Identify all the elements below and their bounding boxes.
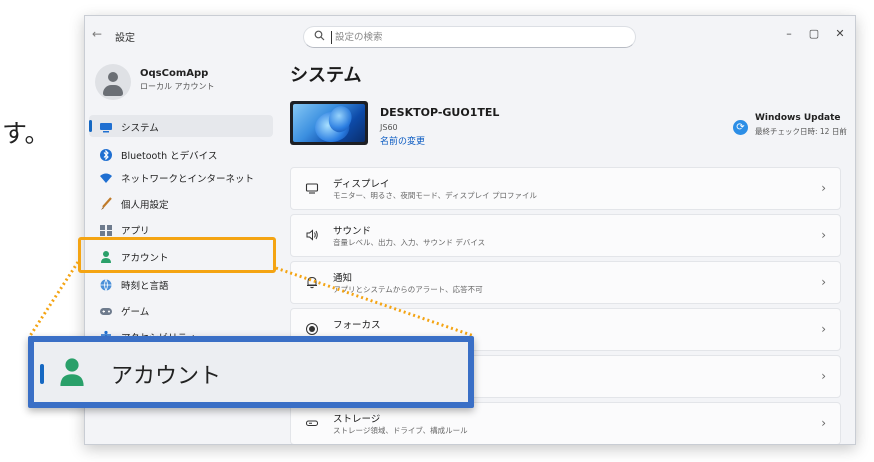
sidebar-item-label: 時刻と言語 — [121, 281, 169, 292]
back-arrow-icon[interactable]: ← — [92, 27, 102, 41]
device-name: DESKTOP-GUO1TEL — [380, 106, 500, 119]
rename-link[interactable]: 名前の変更 — [380, 134, 425, 147]
chevron-right-icon: › — [821, 228, 826, 242]
page-text-fragment: す。 — [2, 119, 50, 148]
profile-account-type: ローカル アカウント — [140, 82, 215, 91]
app-title: 設定 — [115, 33, 135, 44]
search-icon — [314, 30, 325, 44]
chevron-right-icon: › — [821, 416, 826, 430]
globe-icon — [99, 277, 113, 292]
windows-update-title[interactable]: Windows Update — [755, 113, 841, 123]
card-description: アプリとシステムからのアラート、応答不可 — [333, 285, 483, 294]
chevron-right-icon: › — [821, 322, 826, 336]
card-title: ディスプレイ — [333, 179, 390, 190]
storage-icon — [304, 416, 320, 432]
sidebar-item-label: ゲーム — [121, 307, 150, 318]
title-bar: ← 設定 – ▢ ✕ — [85, 16, 855, 56]
device-model: JS60 — [380, 123, 398, 132]
sidebar-item-time-language[interactable]: 時刻と言語 — [89, 273, 273, 295]
card-description: ストレージ領域、ドライブ、構成ルール — [333, 426, 468, 435]
sidebar-item-label: システム — [121, 123, 159, 134]
card-title: ストレージ — [333, 414, 381, 425]
bluetooth-icon — [99, 147, 113, 161]
person-icon — [58, 357, 86, 387]
chevron-right-icon: › — [821, 181, 826, 195]
sync-icon: ⟳ — [733, 120, 748, 135]
sidebar-item-label: 個人用設定 — [121, 200, 169, 211]
close-button[interactable]: ✕ — [829, 24, 851, 44]
tutorial-screenshot: す。 ← 設定 – ▢ ✕ OqsComApp ローカル アカウント — [0, 0, 874, 462]
zoom-callout: アカウント — [28, 336, 474, 408]
settings-card-notifications[interactable]: 通知 アプリとシステムからのアラート、応答不可 › — [290, 261, 841, 304]
device-thumbnail — [290, 101, 368, 145]
windows-update-status: 最終チェック日時: 12 日前 — [755, 127, 847, 136]
sidebar-item-personalization[interactable]: 個人用設定 — [89, 192, 273, 214]
maximize-button[interactable]: ▢ — [803, 24, 825, 44]
page-title: システム — [290, 65, 362, 86]
profile-name: OqsComApp — [140, 68, 209, 79]
sidebar-item-label: Bluetooth とデバイス — [121, 151, 218, 162]
text-caret — [331, 31, 332, 44]
display-icon — [304, 181, 320, 197]
chevron-right-icon: › — [821, 275, 826, 289]
speaker-icon — [304, 228, 320, 244]
wifi-icon — [99, 170, 113, 184]
sidebar-item-system[interactable]: システム — [89, 115, 273, 137]
card-description: 音量レベル、出力、入力、サウンド デバイス — [333, 238, 486, 247]
sidebar-item-label: ネットワークとインターネット — [121, 174, 255, 185]
selection-indicator — [89, 120, 92, 132]
sidebar-item-bluetooth[interactable]: Bluetooth とデバイス — [89, 143, 273, 165]
search-box[interactable] — [303, 26, 636, 48]
chevron-right-icon: › — [821, 369, 826, 383]
card-description: モニター、明るさ、夜間モード、ディスプレイ プロファイル — [333, 191, 537, 200]
callout-label: アカウント — [111, 364, 222, 389]
sidebar-item-label: アプリ — [121, 226, 150, 237]
avatar[interactable] — [95, 64, 131, 100]
brush-icon — [99, 196, 113, 210]
sidebar-item-network[interactable]: ネットワークとインターネット — [89, 166, 273, 188]
settings-card-sound[interactable]: サウンド 音量レベル、出力、入力、サウンド デバイス › — [290, 214, 841, 257]
settings-card-storage[interactable]: ストレージ ストレージ領域、ドライブ、構成ルール › — [290, 402, 841, 444]
card-title: 通知 — [333, 273, 353, 284]
card-title: サウンド — [333, 226, 372, 237]
selection-indicator — [40, 364, 44, 384]
highlight-box — [78, 237, 276, 273]
apps-icon — [99, 222, 113, 236]
sidebar-item-gaming[interactable]: ゲーム — [89, 299, 273, 321]
gamepad-icon — [99, 303, 113, 317]
settings-card-display[interactable]: ディスプレイ モニター、明るさ、夜間モード、ディスプレイ プロファイル › — [290, 167, 841, 210]
card-title: フォーカス — [333, 320, 381, 331]
search-input[interactable] — [335, 29, 615, 45]
bell-icon — [304, 275, 320, 291]
minimize-button[interactable]: – — [778, 24, 800, 44]
monitor-icon — [99, 119, 113, 133]
